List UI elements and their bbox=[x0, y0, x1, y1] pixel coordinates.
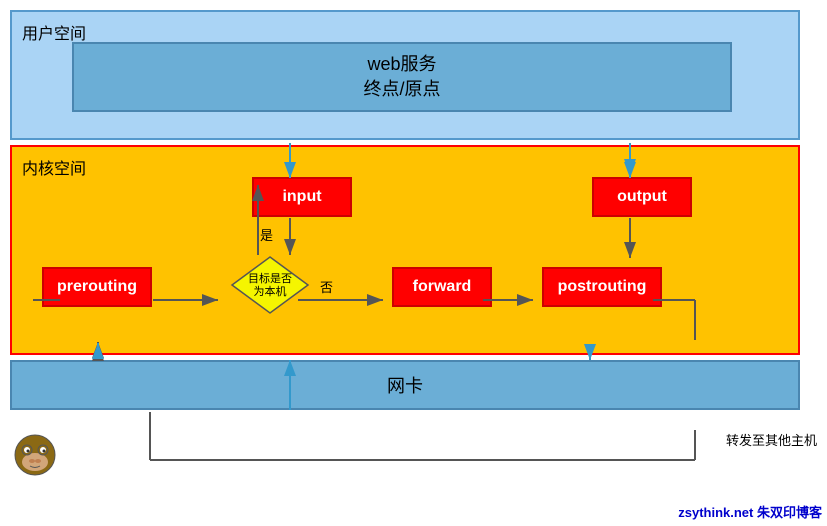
user-space: 用户空间 web服务 终点/原点 bbox=[10, 10, 800, 140]
main-container: 用户空间 web服务 终点/原点 内核空间 input output prero… bbox=[0, 0, 827, 526]
network-card: 网卡 bbox=[10, 360, 800, 410]
forward-to-other-host-text: 转发至其他主机 bbox=[726, 430, 817, 449]
output-box: output bbox=[592, 177, 692, 217]
user-space-label: 用户空间 bbox=[22, 20, 86, 44]
watermark: zsythink.net 朱双印博客 bbox=[678, 502, 822, 521]
network-card-label: 网卡 bbox=[387, 372, 423, 398]
postrouting-box: postrouting bbox=[542, 267, 662, 307]
prerouting-box: prerouting bbox=[42, 267, 152, 307]
kernel-space: 内核空间 input output prerouting forward pos… bbox=[10, 145, 800, 355]
diamond-text: 目标是否为本机 bbox=[230, 257, 310, 315]
kernel-space-label: 内核空间 bbox=[22, 155, 86, 179]
no-label: 否 bbox=[320, 277, 333, 296]
yes-label: 是 bbox=[260, 225, 273, 244]
web-service-text: web服务 终点/原点 bbox=[363, 52, 440, 102]
monkey-icon bbox=[10, 430, 60, 480]
forward-box: forward bbox=[392, 267, 492, 307]
web-service-box: web服务 终点/原点 bbox=[72, 42, 732, 112]
input-box: input bbox=[252, 177, 352, 217]
